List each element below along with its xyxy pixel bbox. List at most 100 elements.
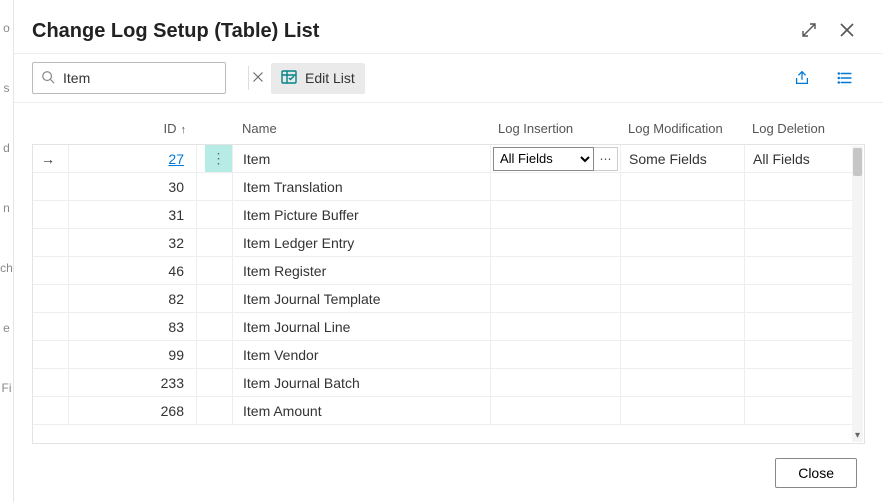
dialog-header: Change Log Setup (Table) List — [14, 0, 883, 53]
row-selector[interactable] — [33, 229, 69, 256]
row-selector[interactable] — [33, 201, 69, 228]
cell-id[interactable]: 30 — [97, 173, 197, 200]
scroll-down-icon[interactable]: ▾ — [853, 430, 862, 440]
cell-name[interactable]: Item Ledger Entry — [233, 229, 491, 256]
edit-list-button[interactable]: Edit List — [271, 63, 365, 94]
row-menu-button — [205, 173, 233, 200]
share-icon[interactable] — [791, 67, 813, 89]
cell-log-modification[interactable] — [621, 313, 745, 340]
table-row[interactable]: 46 Item Register — [33, 257, 852, 285]
row-selector[interactable] — [33, 285, 69, 312]
cell-log-insertion[interactable] — [491, 397, 621, 424]
cell-log-deletion[interactable] — [745, 369, 857, 396]
log-insertion-select[interactable]: All FieldsSome Fields — [493, 147, 594, 171]
cell-log-deletion[interactable] — [745, 397, 857, 424]
cell-id[interactable]: 99 — [97, 341, 197, 368]
column-header-log-insertion[interactable]: Log Insertion — [490, 121, 620, 136]
cell-log-modification[interactable] — [621, 173, 745, 200]
cell-id[interactable]: 268 — [97, 397, 197, 424]
cell-log-insertion[interactable] — [491, 313, 621, 340]
cell-log-insertion[interactable] — [491, 341, 621, 368]
column-header-log-modification[interactable]: Log Modification — [620, 121, 744, 136]
cell-log-modification[interactable] — [621, 341, 745, 368]
row-selector[interactable] — [33, 313, 69, 340]
cell-id[interactable]: 83 — [97, 313, 197, 340]
cell-log-modification[interactable] — [621, 397, 745, 424]
row-selector[interactable] — [33, 173, 69, 200]
table-row[interactable]: 99 Item Vendor — [33, 341, 852, 369]
cell-name[interactable]: Item Journal Template — [233, 285, 491, 312]
cell-log-insertion[interactable] — [491, 173, 621, 200]
cell-name[interactable]: Item Register — [233, 257, 491, 284]
cell-log-insertion[interactable] — [491, 369, 621, 396]
dialog-footer: Close — [14, 444, 883, 502]
cell-log-modification[interactable] — [621, 229, 745, 256]
cell-name[interactable]: Item Journal Line — [233, 313, 491, 340]
cell-log-deletion[interactable] — [745, 229, 857, 256]
cell-log-deletion[interactable] — [745, 285, 857, 312]
cell-log-insertion[interactable] — [491, 229, 621, 256]
column-header-log-deletion[interactable]: Log Deletion — [744, 121, 856, 136]
cell-log-modification[interactable]: Some Fields — [621, 145, 745, 172]
cell-log-deletion[interactable] — [745, 257, 857, 284]
table-row[interactable]: 82 Item Journal Template — [33, 285, 852, 313]
cell-name[interactable]: Item Translation — [233, 173, 491, 200]
cell-name[interactable]: Item Picture Buffer — [233, 201, 491, 228]
assist-edit-icon[interactable]: ⋯ — [594, 147, 618, 171]
cell-log-deletion[interactable] — [745, 201, 857, 228]
cell-id[interactable]: 233 — [97, 369, 197, 396]
cell-id[interactable]: 46 — [97, 257, 197, 284]
scrollbar-thumb[interactable] — [853, 148, 862, 176]
cell-log-insertion[interactable]: All FieldsSome Fields⋯ — [491, 145, 621, 172]
cell-log-modification[interactable] — [621, 285, 745, 312]
cell-log-deletion[interactable] — [745, 341, 857, 368]
page-title: Change Log Setup (Table) List — [32, 20, 799, 43]
cell-name[interactable]: Item Journal Batch — [233, 369, 491, 396]
cell-log-modification[interactable] — [621, 257, 745, 284]
cell-name[interactable]: Item Amount — [233, 397, 491, 424]
row-menu-button — [205, 397, 233, 424]
cell-log-deletion[interactable] — [745, 173, 857, 200]
table-row[interactable]: 31 Item Picture Buffer — [33, 201, 852, 229]
expand-icon[interactable] — [799, 20, 819, 40]
clear-search-icon[interactable] — [252, 70, 264, 86]
cell-log-deletion[interactable]: All Fields — [745, 145, 857, 172]
table-row[interactable]: 30 Item Translation — [33, 173, 852, 201]
cell-log-modification[interactable] — [621, 201, 745, 228]
cell-id[interactable]: 32 — [97, 229, 197, 256]
close-icon[interactable] — [837, 20, 857, 40]
table-row[interactable]: 233 Item Journal Batch — [33, 369, 852, 397]
cell-name[interactable]: Item Vendor — [233, 341, 491, 368]
cell-log-insertion[interactable] — [491, 201, 621, 228]
cell-id[interactable]: 27 — [97, 145, 197, 172]
cell-id[interactable]: 82 — [97, 285, 197, 312]
row-menu-button[interactable]: ⋮ — [205, 145, 233, 172]
column-header-name[interactable]: Name — [232, 121, 490, 136]
cell-log-modification[interactable] — [621, 369, 745, 396]
search-input[interactable] — [61, 69, 246, 87]
row-selector[interactable] — [33, 341, 69, 368]
table-row[interactable]: 83 Item Journal Line — [33, 313, 852, 341]
row-selector[interactable] — [33, 257, 69, 284]
row-menu-button — [205, 201, 233, 228]
table-row[interactable]: 32 Item Ledger Entry — [33, 229, 852, 257]
row-menu-button — [205, 229, 233, 256]
cell-name[interactable]: Item — [233, 145, 491, 172]
table-row[interactable]: → 27 ⋮ItemAll FieldsSome Fields⋯Some Field… — [33, 145, 852, 173]
row-selector[interactable]: → — [33, 145, 69, 172]
list-view-icon[interactable] — [835, 67, 857, 89]
row-selector[interactable] — [33, 369, 69, 396]
cell-id[interactable]: 31 — [97, 201, 197, 228]
column-header-id[interactable]: ID↑ — [96, 121, 196, 136]
table-row[interactable]: 268 Item Amount — [33, 397, 852, 425]
grid-header-row: ID↑ Name Log Insertion Log Modification … — [32, 121, 865, 144]
toolbar-divider — [248, 66, 249, 90]
vertical-scrollbar[interactable]: ▾ — [852, 146, 863, 442]
search-box[interactable] — [32, 62, 226, 94]
cell-log-deletion[interactable] — [745, 313, 857, 340]
cell-log-insertion[interactable] — [491, 257, 621, 284]
cell-log-insertion[interactable] — [491, 285, 621, 312]
toolbar: Edit List — [14, 53, 883, 103]
row-selector[interactable] — [33, 397, 69, 424]
close-button[interactable]: Close — [775, 458, 857, 488]
